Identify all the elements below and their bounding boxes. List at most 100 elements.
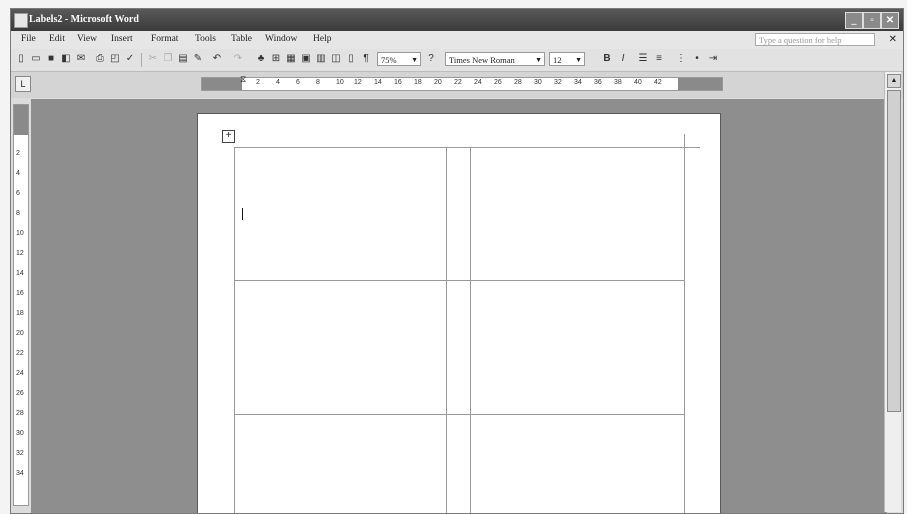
font-size-select[interactable]: 12 ▼ <box>549 52 585 66</box>
format-painter-icon[interactable]: ✎ <box>192 53 204 65</box>
font-select[interactable]: Times New Roman ▼ <box>445 52 545 66</box>
indent-icon[interactable]: ⇥ <box>707 53 719 65</box>
insert-table-icon[interactable]: ▦ <box>285 53 297 65</box>
table-gridline <box>684 134 685 513</box>
ruler-tick: 32 <box>554 79 562 86</box>
doc-map-icon[interactable]: ▯ <box>345 53 357 65</box>
help-icon[interactable]: ? <box>425 53 437 65</box>
copy-icon[interactable]: ❐ <box>162 53 174 65</box>
word-app-icon[interactable] <box>14 13 28 28</box>
tables-borders-icon[interactable]: ⊞ <box>270 53 282 65</box>
right-margin-shade <box>678 78 722 90</box>
ruler-tick: 2 <box>16 150 20 157</box>
undo-icon[interactable]: ↶ <box>211 53 223 65</box>
ruler-tick: 6 <box>16 190 20 197</box>
ruler-tick: 12 <box>16 250 24 257</box>
font-size-value: 12 <box>553 55 562 65</box>
ruler-tick: 6 <box>296 79 300 86</box>
ruler-tick: 16 <box>394 79 402 86</box>
paste-icon[interactable]: ▤ <box>177 53 189 65</box>
ruler-tick: 38 <box>614 79 622 86</box>
open-icon[interactable]: ▭ <box>30 53 42 65</box>
ruler-tick: 26 <box>16 390 24 397</box>
menu-window[interactable]: Window <box>265 34 297 44</box>
help-question-input[interactable]: Type a question for help <box>755 33 875 46</box>
tab-selector[interactable]: L <box>15 76 31 92</box>
menu-insert[interactable]: Insert <box>111 34 133 44</box>
minimize-button[interactable]: _ <box>845 12 863 29</box>
ruler-tick: 18 <box>414 79 422 86</box>
chevron-down-icon: ▼ <box>575 56 582 64</box>
numbering-icon[interactable]: ⋮ <box>675 53 687 65</box>
hyperlink-icon[interactable]: ♣ <box>255 53 267 65</box>
save-icon[interactable]: ■ <box>45 53 57 65</box>
cut-icon[interactable]: ✂ <box>147 53 159 65</box>
ruler-tick: 14 <box>374 79 382 86</box>
spelling-icon[interactable]: ✓ <box>124 53 136 65</box>
close-button[interactable]: ✕ <box>881 12 899 29</box>
maximize-button[interactable]: ▫ <box>863 12 881 29</box>
bullets-icon[interactable]: • <box>691 53 703 65</box>
ruler-tick: 42 <box>654 79 662 86</box>
align-left-icon[interactable]: ☰ <box>637 53 649 65</box>
table-gridline <box>234 147 235 513</box>
chevron-down-icon: ▼ <box>535 56 542 64</box>
insert-excel-icon[interactable]: ▣ <box>300 53 312 65</box>
table-move-handle-icon[interactable]: + <box>222 130 235 143</box>
chevron-down-icon: ▼ <box>411 56 418 64</box>
ruler-tick: 24 <box>474 79 482 86</box>
table-gridline <box>234 147 700 148</box>
scroll-up-icon[interactable]: ▲ <box>887 74 901 88</box>
scroll-thumb[interactable] <box>887 90 901 412</box>
show-hide-icon[interactable]: ¶ <box>360 53 372 65</box>
ruler-tick: 28 <box>16 410 24 417</box>
document-page[interactable]: + <box>197 113 721 513</box>
vertical-scrollbar[interactable]: ▲ <box>884 72 901 512</box>
zoom-value: 75% <box>381 55 397 65</box>
new-icon[interactable]: ▯ <box>15 53 27 65</box>
ruler-tick: 18 <box>16 310 24 317</box>
drawing-icon[interactable]: ◫ <box>330 53 342 65</box>
indent-marker-icon[interactable]: ⧖ <box>240 74 246 85</box>
ruler-tick: 22 <box>454 79 462 86</box>
left-margin-shade <box>202 78 242 90</box>
table-gridline <box>446 147 447 513</box>
menu-help[interactable]: Help <box>313 34 331 44</box>
italic-icon[interactable]: I <box>617 53 629 65</box>
ruler-tick: 24 <box>16 370 24 377</box>
permission-icon[interactable]: ◧ <box>60 53 72 65</box>
menu-view[interactable]: View <box>77 34 97 44</box>
ruler-tick: 14 <box>16 270 24 277</box>
bold-icon[interactable]: B <box>601 53 613 65</box>
top-margin-shade <box>14 105 28 135</box>
text-cursor <box>242 208 243 220</box>
horizontal-ruler[interactable]: ⧖ 2 4 6 8 10 12 14 16 18 20 22 24 26 28 … <box>201 74 723 91</box>
title-bar[interactable]: Labels2 - Microsoft Word _ ▫ ✕ <box>11 9 903 31</box>
menu-format[interactable]: Format <box>151 34 178 44</box>
ruler-tick: 30 <box>16 430 24 437</box>
menu-edit[interactable]: Edit <box>49 34 65 44</box>
menu-tools[interactable]: Tools <box>195 34 216 44</box>
close-document-icon[interactable]: ✕ <box>889 34 897 45</box>
email-icon[interactable]: ✉ <box>75 53 87 65</box>
ruler-tick: 8 <box>16 210 20 217</box>
center-icon[interactable]: ≡ <box>653 53 665 65</box>
redo-icon[interactable]: ↷ <box>232 53 244 65</box>
ruler-tick: 30 <box>534 79 542 86</box>
ruler-tick: 26 <box>494 79 502 86</box>
menu-table[interactable]: Table <box>231 34 252 44</box>
ruler-area: L ⧖ 2 4 6 8 10 12 14 16 18 20 22 24 26 2… <box>11 72 903 98</box>
ruler-tick: 4 <box>276 79 280 86</box>
zoom-select[interactable]: 75% ▼ <box>377 52 421 66</box>
print-icon[interactable]: ⎙ <box>94 53 106 65</box>
vertical-ruler[interactable]: 2 4 6 8 10 12 14 16 18 20 22 24 26 28 30… <box>13 104 29 506</box>
ruler-tick: 2 <box>256 79 260 86</box>
ruler-tick: 16 <box>16 290 24 297</box>
ruler-tick: 32 <box>16 450 24 457</box>
word-window: Labels2 - Microsoft Word _ ▫ ✕ File Edit… <box>10 8 904 514</box>
menu-file[interactable]: File <box>21 34 36 44</box>
print-preview-icon[interactable]: ◰ <box>109 53 121 65</box>
document-workspace: + <box>31 99 887 513</box>
columns-icon[interactable]: ▥ <box>315 53 327 65</box>
ruler-tick: 34 <box>574 79 582 86</box>
